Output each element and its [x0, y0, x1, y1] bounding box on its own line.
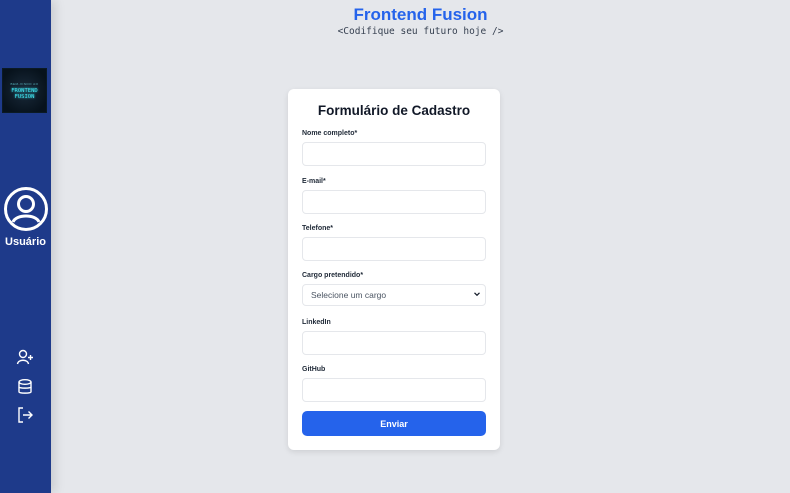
full-name-label: Nome completo*	[302, 130, 358, 137]
position-field: Cargo pretendido* Selecione um cargo	[302, 272, 486, 306]
linkedin-field: LinkedIn	[302, 319, 486, 355]
chevron-down-icon	[473, 290, 481, 300]
linkedin-input[interactable]	[302, 331, 486, 355]
github-input[interactable]	[302, 378, 486, 402]
position-select-value: Selecione um cargo	[311, 290, 387, 300]
sidebar: BEM-VINDO AO FRONTEND FUSION Usuário	[0, 0, 51, 493]
github-field: GitHub	[302, 366, 486, 402]
phone-label: Telefone*	[302, 225, 333, 232]
user-profile[interactable]: Usuário	[0, 186, 51, 248]
email-label: E-mail*	[302, 178, 326, 185]
page-title: Frontend Fusion	[353, 5, 488, 24]
position-select[interactable]: Selecione um cargo	[302, 284, 486, 306]
form-title: Formulário de Cadastro	[317, 103, 471, 118]
database-icon[interactable]	[15, 377, 35, 397]
submit-button[interactable]: Enviar	[302, 411, 486, 436]
email-input[interactable]	[302, 190, 486, 214]
page-header: Frontend Fusion <Codifique seu futuro ho…	[51, 5, 790, 37]
full-name-input[interactable]	[302, 142, 486, 166]
phone-input[interactable]	[302, 237, 486, 261]
logo-small-text: BEM-VINDO AO	[10, 81, 39, 86]
frontend-fusion-logo[interactable]: BEM-VINDO AO FRONTEND FUSION	[2, 68, 47, 113]
add-user-icon[interactable]	[15, 347, 35, 367]
full-name-field: Nome completo*	[302, 130, 486, 166]
phone-field: Telefone*	[302, 225, 486, 261]
logout-icon[interactable]	[15, 405, 35, 425]
logo-line-2: FUSION	[14, 93, 35, 100]
github-label: GitHub	[302, 366, 326, 373]
linkedin-label: LinkedIn	[302, 319, 331, 326]
page-subtitle: <Codifique seu futuro hoje />	[337, 26, 504, 37]
registration-form: Formulário de Cadastro Nome completo* E-…	[288, 89, 500, 450]
position-label: Cargo pretendido*	[302, 272, 364, 279]
user-label: Usuário	[5, 236, 46, 248]
email-field: E-mail*	[302, 178, 486, 214]
user-avatar-icon	[3, 186, 49, 232]
